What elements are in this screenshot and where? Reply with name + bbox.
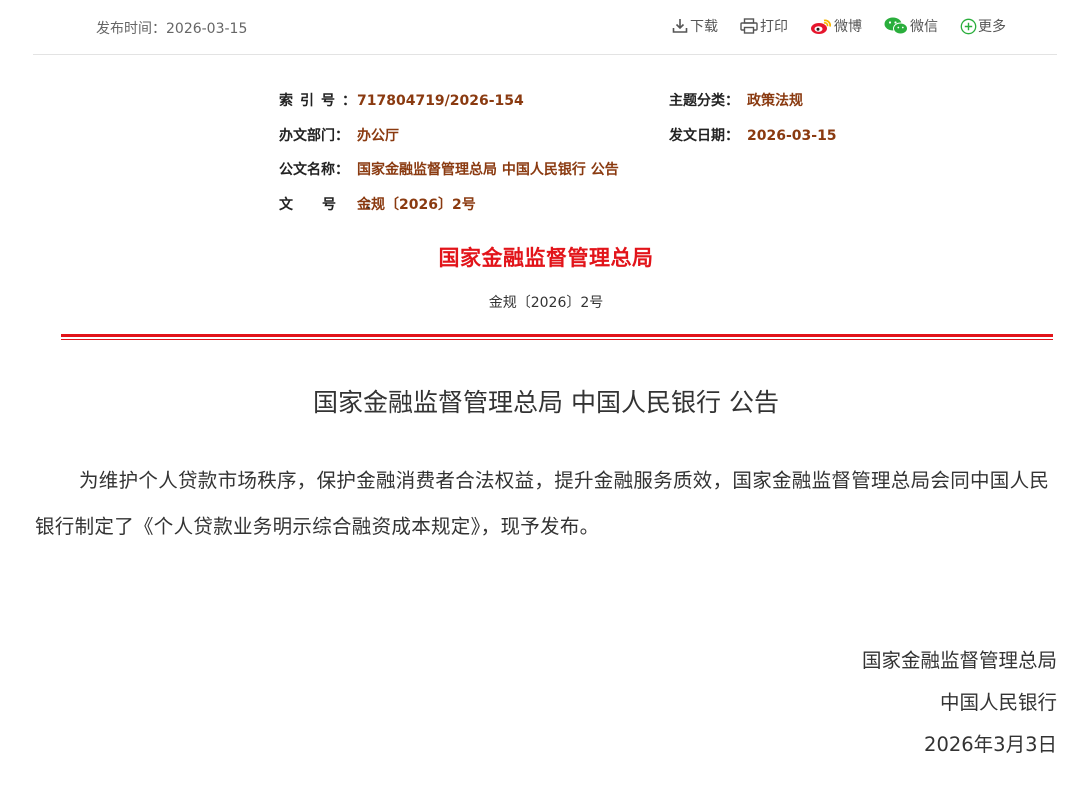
signature-issuer-1: 国家金融监督管理总局 [861, 649, 1057, 672]
docno-label: 文号： [279, 196, 408, 213]
meta-row-docno: 文号：金规〔2026〕2号 [279, 192, 879, 227]
name-value: 国家金融监督管理总局 中国人民银行 公告 [357, 162, 619, 178]
publish-time: 发布时间：2026-03-15 [96, 21, 248, 37]
wechat-icon [884, 17, 908, 35]
red-divider-thin [61, 339, 1053, 340]
plus-circle-icon [960, 18, 977, 34]
date-field: 发文日期： 2026-03-15 [669, 123, 837, 149]
docno-value: 金规〔2026〕2号 [357, 196, 476, 213]
meta-row-dept: 办文部门： 办公厅 发文日期： 2026-03-15 [279, 123, 879, 158]
weibo-label: 微博 [834, 19, 862, 35]
signature-issuer-2: 中国人民银行 [939, 691, 1057, 714]
wechat-share-button[interactable]: 微信 [884, 16, 938, 36]
printer-icon [740, 18, 758, 34]
download-label: 下载 [690, 19, 718, 35]
topic-field: 主题分类： 政策法规 [669, 88, 803, 114]
meta-row-name: 公文名称： 国家金融监督管理总局 中国人民银行 公告 [279, 157, 879, 192]
more-share-button[interactable]: 更多 [960, 16, 1006, 36]
document-metadata: 索引号：717804719/2026-154 主题分类： 政策法规 办文部门： 办公… [279, 88, 879, 226]
dept-label: 办文部门： [279, 127, 349, 144]
more-label: 更多 [978, 19, 1006, 35]
weibo-icon [811, 19, 831, 34]
index-label: 索引号： [279, 93, 363, 109]
download-button[interactable]: 下载 [672, 16, 718, 36]
dept-value: 办公厅 [357, 127, 399, 144]
topic-label: 主题分类： [669, 93, 739, 109]
announcement-title: 国家金融监督管理总局 中国人民银行 公告 [313, 388, 779, 417]
announcement-body: 为维护个人贷款市场秩序，保护金融消费者合法权益，提升金融服务质效，国家金融监督管… [35, 469, 1050, 538]
print-label: 打印 [760, 19, 788, 35]
date-value: 2026-03-15 [747, 127, 837, 144]
red-divider-thick [61, 334, 1053, 337]
wechat-label: 微信 [910, 19, 938, 35]
index-value: 717804719/2026-154 [357, 93, 524, 109]
document-number: 金规〔2026〕2号 [488, 295, 604, 311]
print-button[interactable]: 打印 [740, 16, 788, 36]
meta-row-index: 索引号：717804719/2026-154 主题分类： 政策法规 [279, 88, 879, 123]
issuer-red-title: 国家金融监督管理总局 [438, 246, 654, 270]
top-toolbar: 发布时间：2026-03-15 下载 打印 微博 微信 更多 [33, 0, 1057, 55]
share-actions: 下载 打印 微博 微信 更多 [672, 16, 1006, 36]
weibo-share-button[interactable]: 微博 [810, 16, 862, 36]
name-label: 公文名称： [279, 162, 349, 178]
signature-block: 国家金融监督管理总局 中国人民银行 2026年3月3日 [862, 640, 1057, 766]
topic-value: 政策法规 [747, 93, 803, 109]
download-icon [672, 19, 688, 33]
date-label: 发文日期： [669, 127, 739, 144]
signature-date: 2026年3月3日 [924, 733, 1057, 756]
